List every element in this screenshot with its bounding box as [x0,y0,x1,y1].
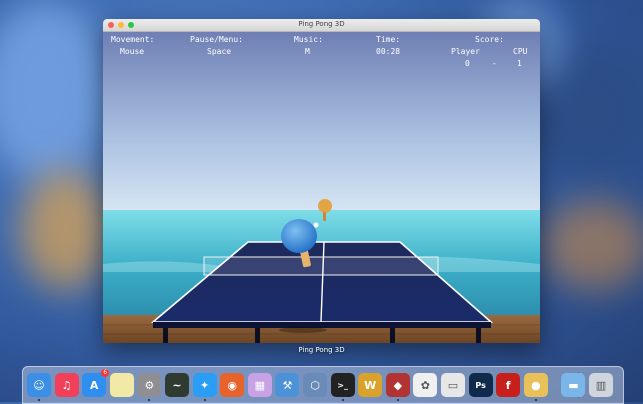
pause-label: Pause/Menu: [190,35,243,44]
table-leg [476,328,481,343]
player-score: 0 [465,59,470,68]
movement-label: Movement: [111,35,155,44]
time-label: Time: [376,35,401,44]
desktop-blur [540,200,643,290]
xcode-icon[interactable]: ⚒ [275,373,300,397]
table-edge [153,322,491,328]
running-indicator [38,399,40,401]
pause-value: Space [207,47,232,56]
window-caption: Ping Pong 3D [298,346,345,354]
notes-icon[interactable] [109,373,134,397]
ping-pong-3d-icon[interactable]: ● [523,373,548,397]
downloads-folder-icon[interactable]: ▬ [561,373,586,397]
activity-monitor-icon[interactable]: ~ [165,373,189,397]
running-indicator [341,399,344,401]
running-indicator [203,399,206,401]
photoshop-icon[interactable]: Ps [468,373,493,397]
network-tool-icon[interactable]: ⬡ [303,373,327,397]
app-store-icon[interactable]: A6 [82,369,110,397]
game-hud: Movement: Mouse Pause/Menu: Space Music:… [103,32,540,70]
player-label: Player [451,47,480,56]
movement-value: Mouse [120,47,145,56]
table-net [203,256,439,276]
game-app-icon[interactable]: ◆ [385,373,410,397]
finder-icon[interactable]: ☺ [27,373,51,397]
firefox-icon[interactable]: ◉ [220,373,245,397]
preview-icon[interactable]: ▭ [441,373,465,397]
game-window: Ping Pong 3D Movement: Mouse Pause/Menu:… [103,19,540,343]
winrar-icon[interactable]: W [358,373,383,397]
photos-icon[interactable]: ✿ [413,373,438,397]
cpu-score: 1 [517,59,522,68]
table-leg [255,328,260,343]
window-titlebar[interactable]: Ping Pong 3D [103,19,540,32]
cpu-label: CPU [513,47,528,56]
game-scene [103,32,540,343]
photo-app-icon[interactable]: ▦ [247,373,272,397]
ball [313,222,319,228]
score-separator: - [492,59,497,68]
window-title: Ping Pong 3D [298,20,345,28]
time-value: 00:28 [376,47,401,56]
safari-icon[interactable]: ✦ [192,373,217,397]
paddle-shadow [279,327,327,333]
dock: ☺ ♫ A 6 ⚙ ~ ✦ ◉ ▦ ⚒ ⬡ >_ W ◆ ✿ ▭ Ps f ● ▬ ▥ [22,366,624,404]
itunes-icon[interactable]: ♫ [54,373,79,397]
running-indicator [396,399,399,401]
score-label: Score: [475,35,504,44]
notification-badge: 6 [101,369,110,377]
running-indicator [148,399,151,401]
running-indicator [534,399,537,401]
desktop-blur [0,0,110,180]
terminal-icon[interactable]: >_ [330,373,355,397]
table-leg [163,328,168,343]
flash-icon[interactable]: f [496,373,521,397]
music-label: Music: [294,35,323,44]
desktop-blur [20,170,110,290]
trash-icon[interactable]: ▥ [589,373,613,397]
system-preferences-icon[interactable]: ⚙ [137,373,162,397]
game-viewport[interactable] [103,32,540,343]
music-value: M [305,47,310,56]
table-leg [390,328,395,343]
